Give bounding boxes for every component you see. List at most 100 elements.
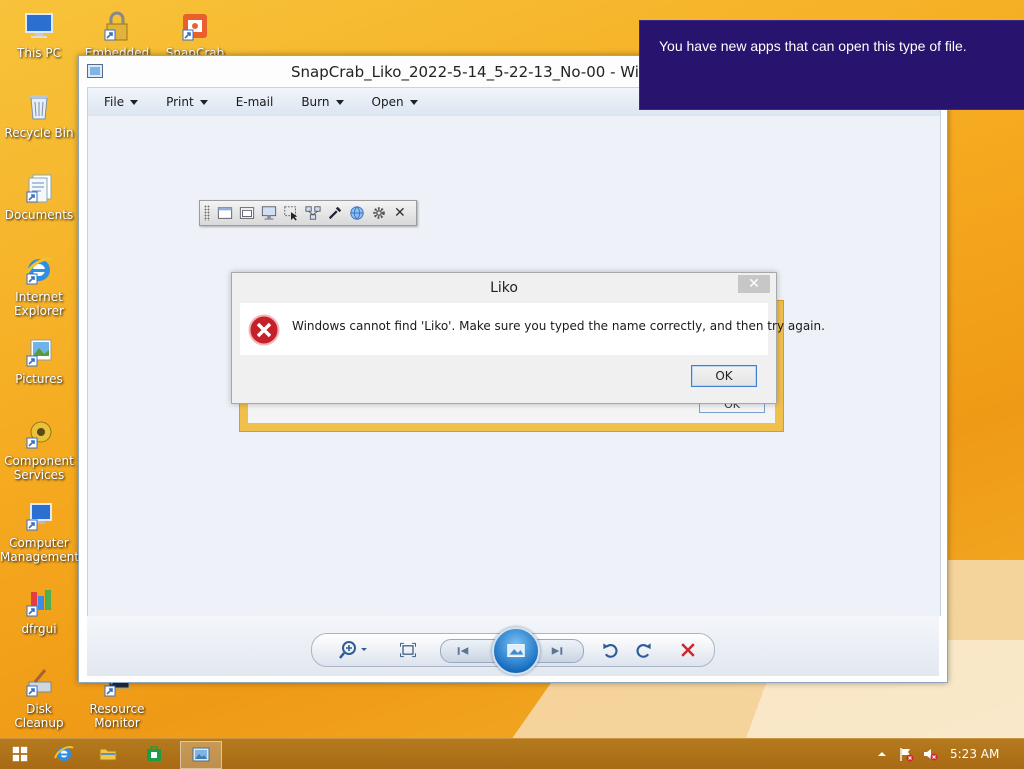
desktop-icon-this-pc[interactable]: This PC <box>0 10 78 60</box>
dialog-message: Windows cannot find 'Liko'. Make sure yo… <box>292 319 825 333</box>
desktop-icon-label: dfrgui <box>21 622 57 636</box>
eyedropper-icon <box>328 206 342 220</box>
capture-region-button[interactable] <box>282 204 300 222</box>
settings-button[interactable] <box>370 204 388 222</box>
desktop-icon-label: Computer Management <box>0 536 80 564</box>
desktop-icon-label: Recycle Bin <box>4 126 74 140</box>
computer-management-icon <box>23 500 55 532</box>
chevron-up-icon[interactable] <box>874 746 890 762</box>
actual-size-button[interactable] <box>396 638 420 662</box>
window-icon <box>217 207 233 219</box>
snapcrab-icon <box>179 10 211 42</box>
gear-icon <box>373 207 385 219</box>
capture-browser-button[interactable] <box>348 204 366 222</box>
defrag-icon <box>23 586 55 618</box>
toolbar-grip-handle[interactable] <box>204 205 210 221</box>
desktop-icon-label: Documents <box>4 208 74 222</box>
desktop-icon-disk-cleanup[interactable]: Disk Cleanup <box>0 666 78 730</box>
desktop-icon-recycle-bin[interactable]: Recycle Bin <box>0 90 78 140</box>
menu-print[interactable]: Print <box>150 88 220 116</box>
capture-window-button[interactable] <box>216 204 234 222</box>
desktop-icon-dfrgui[interactable]: dfrgui <box>0 586 78 636</box>
dialog-body: Windows cannot find 'Liko'. Make sure yo… <box>240 303 825 355</box>
ok-button[interactable]: OK <box>691 365 757 387</box>
menu-label: Open <box>371 95 404 109</box>
capture-client-button[interactable] <box>238 204 256 222</box>
desktop-icon-label: Internet Explorer <box>14 290 64 318</box>
desktop-icon-label: This PC <box>17 46 61 60</box>
rotate-right-icon <box>636 643 651 658</box>
notification-message: You have new apps that can open this typ… <box>659 38 967 54</box>
taskbar: 5:23 AM <box>0 738 1024 769</box>
zoom-button[interactable] <box>338 638 372 662</box>
taskbar-clock[interactable]: 5:23 AM <box>950 747 999 761</box>
dialog-close-button[interactable]: ✕ <box>738 275 770 293</box>
menu-email[interactable]: E-mail <box>220 88 286 116</box>
dialog-title-bar[interactable]: Liko ✕ <box>232 273 776 303</box>
slideshow-button[interactable] <box>492 627 540 675</box>
close-icon[interactable]: ✕ <box>394 206 406 220</box>
taskbar-file-explorer[interactable] <box>88 741 128 767</box>
recycle-bin-icon <box>23 90 55 122</box>
desktop-icon-label: Component Services <box>4 454 74 482</box>
rotate-counterclockwise-button[interactable] <box>598 638 622 662</box>
documents-icon <box>23 172 55 204</box>
previous-button[interactable] <box>451 639 475 663</box>
menu-open[interactable]: Open <box>356 88 430 116</box>
taskbar-store[interactable] <box>134 741 174 767</box>
lock-shortcut-icon <box>101 10 133 42</box>
menu-label: Burn <box>301 95 330 109</box>
notification-toast[interactable]: You have new apps that can open this typ… <box>640 21 1024 109</box>
menu-burn[interactable]: Burn <box>285 88 355 116</box>
desktop-icon-label: Pictures <box>15 372 63 386</box>
globe-icon <box>350 206 364 220</box>
desktop-icon-pictures[interactable]: Pictures <box>0 336 78 386</box>
photo-viewer-icon <box>87 64 103 78</box>
menu-label: E-mail <box>235 95 274 109</box>
windows-logo-icon <box>12 746 28 762</box>
chevron-down-icon <box>130 99 139 105</box>
menu-label: Print <box>166 95 194 109</box>
menu-label: File <box>104 95 125 109</box>
slideshow-icon <box>507 644 525 657</box>
component-services-icon <box>23 418 55 450</box>
folder-icon <box>99 748 117 761</box>
dialog-title: Liko <box>490 280 518 296</box>
next-button[interactable] <box>545 639 569 663</box>
rotate-clockwise-button[interactable] <box>632 638 656 662</box>
internet-explorer-icon <box>54 746 74 761</box>
capture-web-button[interactable] <box>304 204 322 222</box>
photo-viewer-icon <box>192 747 210 762</box>
start-button[interactable] <box>0 741 40 767</box>
snapcrab-toolbar: ✕ <box>199 200 417 226</box>
desktop-icon-computer-management[interactable]: Computer Management <box>0 500 80 564</box>
window-client-icon <box>239 207 255 219</box>
chevron-down-icon <box>199 99 208 105</box>
previous-icon <box>457 647 469 655</box>
region-select-icon <box>284 206 298 221</box>
desktop: This PC Embedded SnapCrab for Recycle Bi… <box>0 0 1024 738</box>
color-picker-button[interactable] <box>326 204 344 222</box>
monitor-icon <box>261 206 277 220</box>
desktop-icon-internet-explorer[interactable]: Internet Explorer <box>0 254 78 318</box>
menu-file[interactable]: File <box>88 88 150 116</box>
internet-explorer-icon <box>23 254 55 286</box>
taskbar-photo-viewer[interactable] <box>180 741 222 769</box>
action-center-flag-icon[interactable] <box>898 746 914 762</box>
delete-icon <box>681 643 695 657</box>
desktop-icon-embedded[interactable]: Embedded <box>78 10 156 60</box>
store-icon <box>147 746 161 761</box>
desktop-icon-documents[interactable]: Documents <box>0 172 78 222</box>
desktop-icon-label: Resource Monitor <box>89 702 145 730</box>
computer-icon <box>23 10 55 42</box>
taskbar-internet-explorer[interactable] <box>44 741 84 767</box>
error-icon <box>248 314 280 346</box>
desktop-icon-component-services[interactable]: Component Services <box>0 418 78 482</box>
viewer-controls <box>311 627 715 675</box>
delete-button[interactable] <box>676 638 700 662</box>
next-icon <box>551 647 563 655</box>
speaker-muted-icon[interactable] <box>922 746 938 762</box>
pictures-icon <box>23 336 55 368</box>
capture-desktop-button[interactable] <box>260 204 278 222</box>
window-title: SnapCrab_Liko_2022-5-14_5-22-13_No-00 - … <box>291 63 688 81</box>
